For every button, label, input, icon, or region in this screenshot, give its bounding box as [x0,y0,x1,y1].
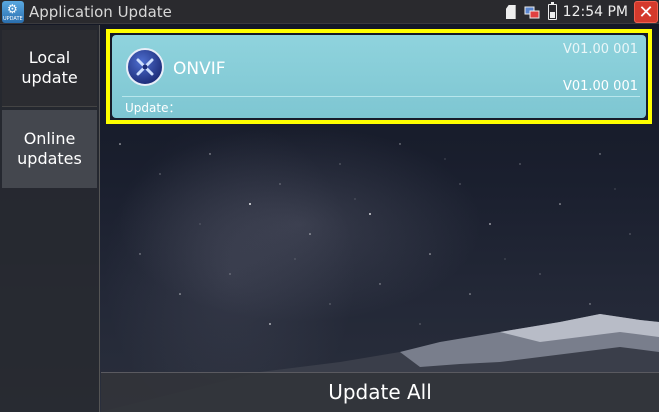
sidebar-item-online-updates[interactable]: Online updates [2,110,97,188]
sidebar: Local update Online updates [0,25,100,412]
sidebar-item-label: Local [28,48,71,67]
close-icon: ✕ [638,2,654,23]
network-icon [524,5,540,19]
app-icon-label: UPDATE [3,15,23,22]
app-name: ONVIF [173,59,226,79]
app-update-card[interactable]: ONVIF V01.00 001 V01.00 001 Update： [112,35,646,118]
update-app-icon: ⚙ UPDATE [2,0,24,23]
clock: 12:54 PM [562,4,628,20]
onvif-app-icon [126,48,164,86]
current-version: V01.00 001 [562,42,638,57]
new-version: V01.00 001 [562,79,638,94]
battery-icon [547,2,557,20]
sidebar-item-label: updates [17,149,82,168]
sidebar-item-label: Online [23,129,76,148]
gear-icon: ⚙ [7,1,18,16]
close-button[interactable]: ✕ [634,1,658,23]
status-bar: ⚙ UPDATE Application Update 12:54 PM ✕ [0,0,659,24]
status-indicators: 12:54 PM ✕ [505,0,659,24]
window-title: Application Update [29,2,172,21]
sd-card-icon [505,5,516,19]
card-divider [122,96,640,97]
sidebar-item-label: update [21,68,78,87]
update-status-label: Update： [125,101,181,115]
sidebar-item-local-update[interactable]: Local update [2,30,97,107]
update-all-button[interactable]: Update All [101,372,659,412]
